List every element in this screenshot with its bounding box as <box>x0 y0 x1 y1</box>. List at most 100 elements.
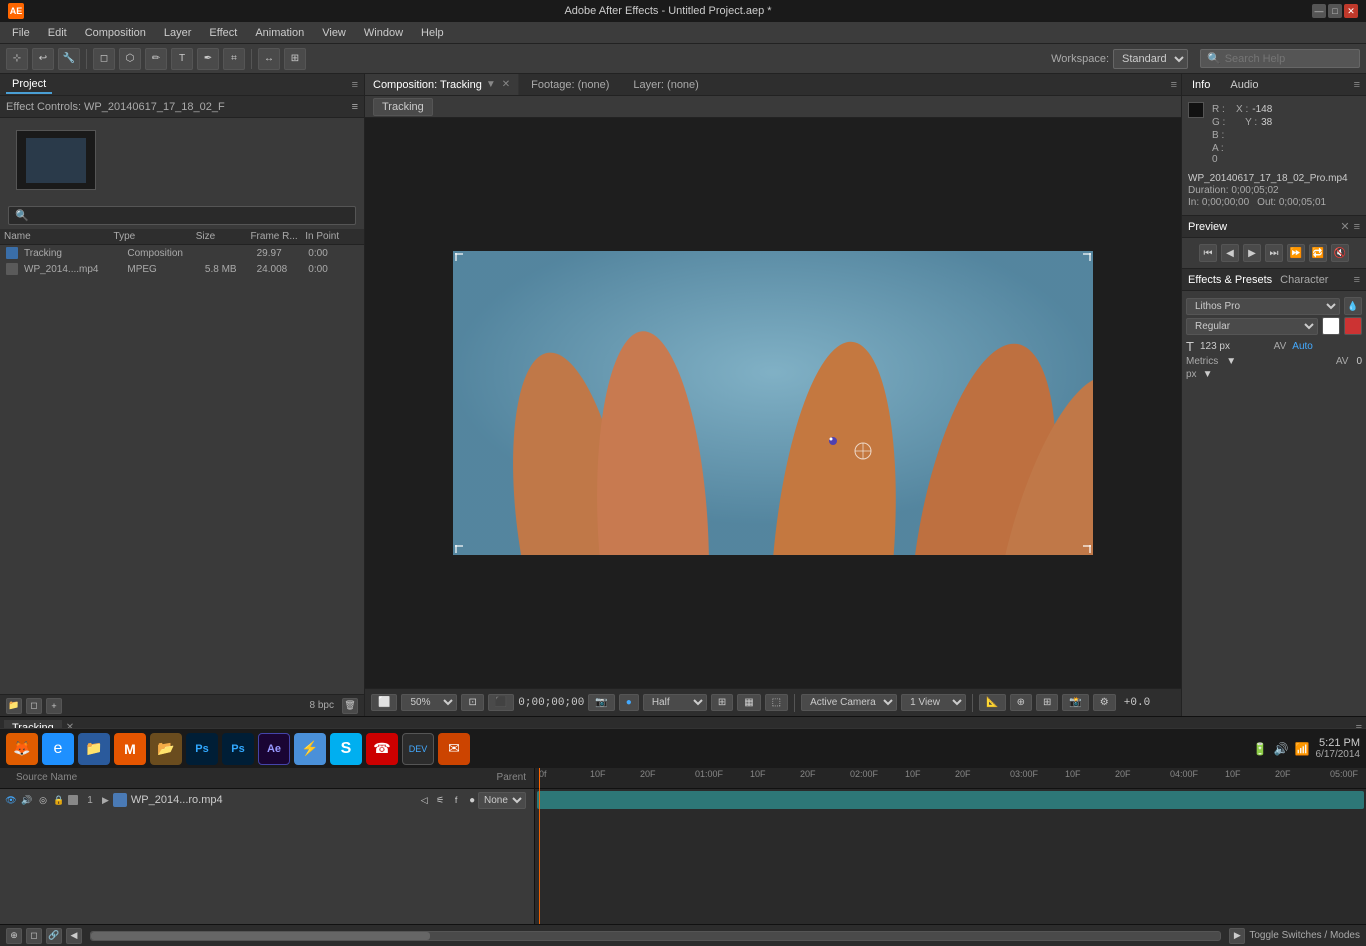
menu-effect[interactable]: Effect <box>201 25 245 41</box>
layer-parent-select[interactable]: None <box>478 792 526 809</box>
align-value[interactable]: Auto <box>1292 341 1362 352</box>
minimize-button[interactable]: — <box>1312 4 1326 18</box>
new-item-button[interactable]: + <box>46 698 62 714</box>
menu-help[interactable]: Help <box>413 25 452 41</box>
photoshop-icon-2[interactable]: Ps <box>222 733 254 765</box>
audio-tab[interactable]: Audio <box>1220 77 1268 93</box>
preview-menu[interactable]: ≡ <box>1354 221 1360 233</box>
px-dropdown[interactable]: ▼ <box>1203 369 1213 380</box>
ie-icon[interactable]: e <box>42 733 74 765</box>
visibility-toggle[interactable]: 👁 <box>4 793 18 807</box>
effects-menu[interactable]: ≡ <box>1354 274 1360 286</box>
prev-mute-button[interactable]: 🔇 <box>1331 244 1349 262</box>
view-select[interactable]: 1 View2 Views <box>901 694 966 711</box>
col-inpoint-header[interactable]: In Point <box>305 231 360 242</box>
tf-btn-2[interactable]: ◻ <box>26 928 42 944</box>
layer-quality-btn[interactable]: ⚟ <box>433 793 447 807</box>
font-name-select[interactable]: Lithos Pro <box>1186 298 1340 315</box>
workspace-select[interactable]: Standard <box>1113 49 1188 69</box>
ruler-btn[interactable]: 📐 <box>979 694 1005 711</box>
preview-tab[interactable]: Preview <box>1188 221 1340 233</box>
maximize-button[interactable]: □ <box>1328 4 1342 18</box>
scroll-right[interactable]: ▶ <box>1229 928 1245 944</box>
camera-btn[interactable]: 📷 <box>588 694 614 711</box>
snapshot-btn[interactable]: 📸 <box>1062 694 1088 711</box>
file-explorer-icon[interactable]: 📂 <box>150 733 182 765</box>
panel-menu-icon[interactable]: ≡ <box>1171 79 1177 91</box>
skype-icon[interactable]: S <box>330 733 362 765</box>
color-box-2[interactable] <box>1344 317 1362 335</box>
clip-bar[interactable] <box>537 791 1364 809</box>
prev-last-button[interactable]: ⏩ <box>1287 244 1305 262</box>
unknown-icon-1[interactable]: ☎ <box>366 733 398 765</box>
font-style-select[interactable]: Regular <box>1186 318 1318 335</box>
project-row-video[interactable]: WP_2014....mp4 MPEG 5.8 MB 24.008 0:00 <box>0 261 364 277</box>
aspect-button[interactable]: ⬛ <box>488 694 514 711</box>
zoom-select[interactable]: 50%100%25% <box>401 694 457 711</box>
metrics-value[interactable]: ▼ <box>1226 356 1236 367</box>
tool-btn-5[interactable]: ⬡ <box>119 48 141 70</box>
tool-btn-6[interactable]: ✏ <box>145 48 167 70</box>
dev-icon[interactable]: DEV <box>402 733 434 765</box>
search-help-box[interactable]: 🔍 <box>1200 49 1360 68</box>
menu-view[interactable]: View <box>314 25 354 41</box>
layer-shy-btn[interactable]: ◁ <box>417 793 431 807</box>
col-frame-header[interactable]: Frame R... <box>250 231 305 242</box>
effects-tab[interactable]: Effects & Presets <box>1188 274 1272 286</box>
tf-btn-3[interactable]: 🔗 <box>46 928 62 944</box>
menu-window[interactable]: Window <box>356 25 411 41</box>
color-box-1[interactable] <box>1322 317 1340 335</box>
tool-btn-8[interactable]: ✒ <box>197 48 219 70</box>
guide-btn[interactable]: ⊕ <box>1010 694 1032 711</box>
prev-forward-button[interactable]: ⏭ <box>1265 244 1283 262</box>
unknown-icon-2[interactable]: ✉ <box>438 733 470 765</box>
photoshop-icon-1[interactable]: Ps <box>186 733 218 765</box>
matlab-icon[interactable]: M <box>114 733 146 765</box>
resolution-btn[interactable]: ⊞ <box>711 694 733 711</box>
effect-controls-menu[interactable]: ≡ <box>352 101 358 113</box>
character-tab[interactable]: Character <box>1280 274 1328 286</box>
menu-edit[interactable]: Edit <box>40 25 75 41</box>
col-size-header[interactable]: Size <box>196 231 251 242</box>
comp-tab-settings[interactable]: ▼ <box>486 79 496 90</box>
menu-file[interactable]: File <box>4 25 38 41</box>
prev-play-button[interactable]: ▶ <box>1243 244 1261 262</box>
comp-tab-close[interactable]: ✕ <box>502 79 510 90</box>
panel-menu-icon[interactable]: ≡ <box>352 79 358 91</box>
menu-animation[interactable]: Animation <box>247 25 312 41</box>
comp-tab-tracking[interactable]: Composition: Tracking ▼ ✕ <box>365 74 519 95</box>
eyedropper-button[interactable]: 💧 <box>1344 297 1362 315</box>
prev-back-button[interactable]: ◀ <box>1221 244 1239 262</box>
windows-explorer-icon[interactable]: 📁 <box>78 733 110 765</box>
tool-btn-9[interactable]: ⌗ <box>223 48 245 70</box>
new-comp-button[interactable]: ◻ <box>26 698 42 714</box>
camera-select[interactable]: Active Camera <box>801 694 897 711</box>
col-type-header[interactable]: Type <box>114 231 196 242</box>
tool-btn-11[interactable]: ⊞ <box>284 48 306 70</box>
expand-arrow[interactable]: ▶ <box>102 795 109 806</box>
layer-mode-display[interactable]: ● None <box>465 792 530 809</box>
trash-button[interactable]: 🗑 <box>342 698 358 714</box>
project-tab[interactable]: Project <box>6 76 52 94</box>
tool-btn-4[interactable]: ◻ <box>93 48 115 70</box>
lock-toggle[interactable]: 🔒 <box>52 793 66 807</box>
prev-first-button[interactable]: ⏮ <box>1199 244 1217 262</box>
menu-composition[interactable]: Composition <box>77 25 154 41</box>
grid-btn[interactable]: ⊞ <box>1036 694 1058 711</box>
col-name-header[interactable]: Name <box>4 231 114 242</box>
tracking-value[interactable]: 0 <box>1356 356 1362 367</box>
tool-btn-7[interactable]: T <box>171 48 193 70</box>
info-tab[interactable]: Info <box>1182 77 1220 93</box>
prev-loop-button[interactable]: 🔁 <box>1309 244 1327 262</box>
viewer-info-btn[interactable]: ⬜ <box>371 694 397 711</box>
audio-toggle[interactable]: 🔊 <box>20 793 34 807</box>
scrollbar-timeline[interactable] <box>90 931 1221 941</box>
scroll-left[interactable]: ◀ <box>66 928 82 944</box>
info-panel-menu[interactable]: ≡ <box>1354 79 1366 91</box>
transparency-btn[interactable]: ⬚ <box>765 694 788 711</box>
firefox-icon[interactable]: 🦊 <box>6 733 38 765</box>
timeline-ruler[interactable]: 0f 10F 20F 01:00F 10F 20F 02:00F 10F 20F… <box>535 767 1366 789</box>
layer-name[interactable]: WP_2014...ro.mp4 <box>131 794 272 806</box>
new-folder-button[interactable]: 📁 <box>6 698 22 714</box>
after-effects-icon[interactable]: Ae <box>258 733 290 765</box>
